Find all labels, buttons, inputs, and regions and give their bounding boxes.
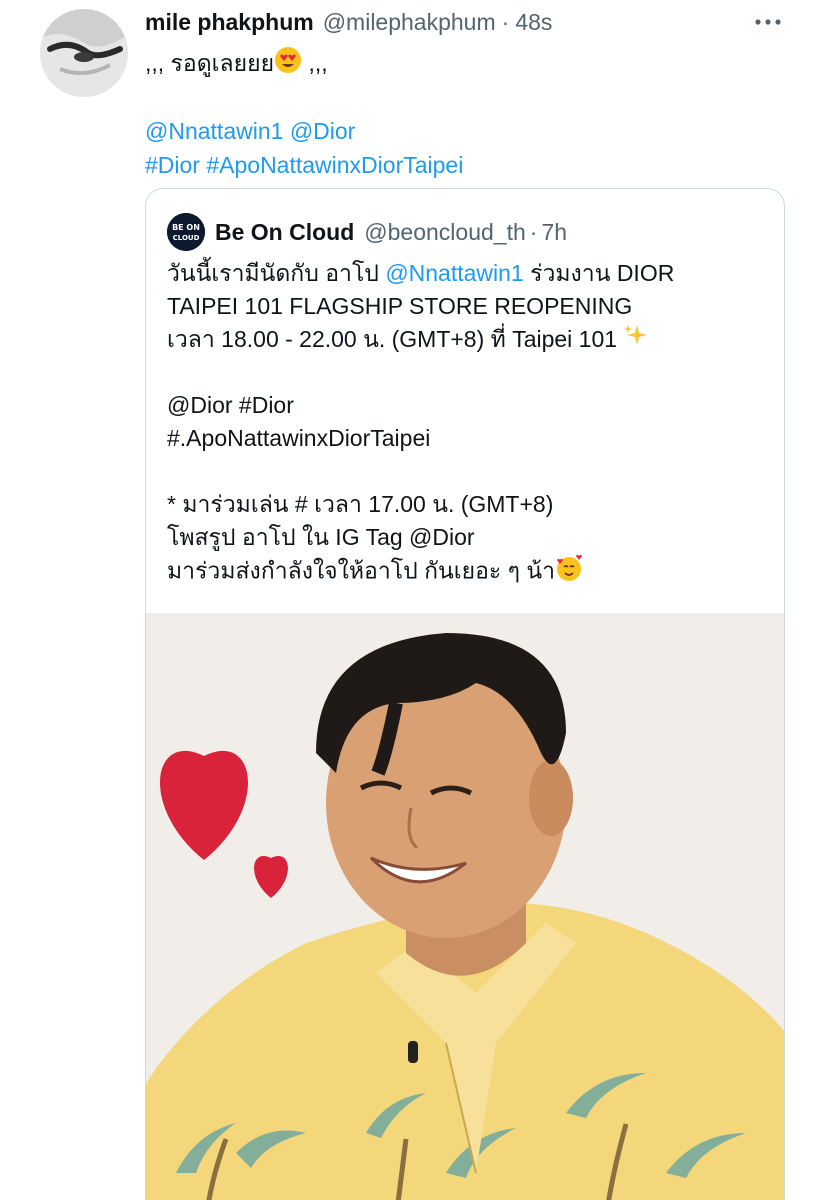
tweet-header: mile phakphum @milephakphum · 48s [145,6,767,38]
quoted-line-3-text: เวลา 18.00 - 22.00 น. (GMT+8) ที่ Taipei… [167,326,624,352]
tweet-line-mentions: @Nnattawin1 @Dior [145,114,787,148]
quoted-line-7: * มาร่วมเล่น # เวลา 17.00 น. (GMT+8) [167,491,554,517]
more-options-button[interactable] [753,12,783,32]
svg-text:BE ON: BE ON [172,223,200,232]
quoted-hashtag-dior-link[interactable]: #Dior [239,392,294,418]
person-photo-icon [146,613,784,1200]
hashtag-aponattawinxdiortaipei-link[interactable]: #ApoNattawinxDiorTaipei [206,152,463,178]
quoted-line-8-text: โพสรูป อาโป ใน IG Tag [167,524,410,550]
quoted-line-hashtag: #.ApoNattawinxDiorTaipei [167,425,431,451]
quoted-author-handle[interactable]: @beoncloud_th [364,219,525,246]
quoted-line-1-start: วันนี้เรามีนัดกับ อาโป [167,260,386,286]
quoted-line-1: วันนี้เรามีนัดกับ อาโป @Nnattawin1 ร่วมง… [167,257,774,290]
quoted-mention-dior-link[interactable]: @Dior [167,392,233,418]
quoted-blank-line-2 [167,455,774,488]
quoted-tweet-text: วันนี้เรามีนัดกับ อาโป @Nnattawin1 ร่วมง… [167,257,774,587]
quoted-mention-nnattawin1-link[interactable]: @Nnattawin1 [385,260,523,286]
tweet-line-1: ,,, รอดูเลยยย ,,, [145,46,787,80]
tweet: mile phakphum @milephakphum · 48s ,,, รอ… [0,0,827,1200]
quoted-author-avatar[interactable]: BE ON CLOUD [167,213,205,251]
quoted-line-8-mention: @Dior [409,524,475,550]
tweet-timestamp[interactable]: 48s [515,9,552,36]
quoted-tweet-media-image[interactable] [146,613,784,1200]
quoted-line-3: เวลา 18.00 - 22.00 น. (GMT+8) ที่ Taipei… [167,323,774,356]
tweet-line-hashtags: #Dior #ApoNattawinxDiorTaipei [145,148,787,182]
quoted-tweet-timestamp[interactable]: 7h [541,219,567,246]
smiling-face-with-hearts-emoji-icon [555,554,583,591]
quoted-author-display-name[interactable]: Be On Cloud [215,219,354,246]
author-display-name[interactable]: mile phakphum [145,9,314,36]
author-avatar[interactable] [40,9,128,97]
tweet-text-start: ,,, รอดูเลยยย [145,50,275,76]
svg-text:CLOUD: CLOUD [173,234,200,242]
tweet-text: ,,, รอดูเลยยย ,,, @Nnattawin1 @Dior #Dio… [145,46,787,182]
sparkles-emoji-icon [623,323,649,358]
author-handle[interactable]: @milephakphum [323,9,496,36]
quoted-line-8: โพสรูป อาโป ใน IG Tag @Dior [167,521,774,554]
more-dots-icon [755,19,781,25]
mention-nnattawin1-link[interactable]: @Nnattawin1 [145,118,283,144]
mention-dior-link[interactable]: @Dior [290,118,356,144]
be-on-cloud-logo-icon: BE ON CLOUD [167,213,205,251]
quoted-tweet-header: BE ON CLOUD Be On Cloud @beoncloud_th · … [167,213,567,251]
quoted-blank-line [167,356,774,389]
hashtag-dior-link[interactable]: #Dior [145,152,200,178]
quoted-tweet-card[interactable]: BE ON CLOUD Be On Cloud @beoncloud_th · … [145,188,785,1200]
quoted-line-dior: @Dior #Dior [167,389,774,422]
quoted-line-1-end: ร่วมงาน DIOR [523,260,675,286]
profile-photo-icon [40,9,128,97]
quoted-line-9: มาร่วมส่งกำลังใจให้อาโป กันเยอะ ๆ น้า [167,554,774,587]
separator-dot: · [501,8,510,35]
quoted-separator-dot: · [529,218,538,245]
quoted-line-2: TAIPEI 101 FLAGSHIP STORE REOPENING [167,293,633,319]
quoted-line-9-text: มาร่วมส่งกำลังใจให้อาโป กันเยอะ ๆ น้า [167,557,556,584]
tweet-text-end: ,,, [302,50,328,76]
heart-eyes-emoji-icon [274,46,302,83]
